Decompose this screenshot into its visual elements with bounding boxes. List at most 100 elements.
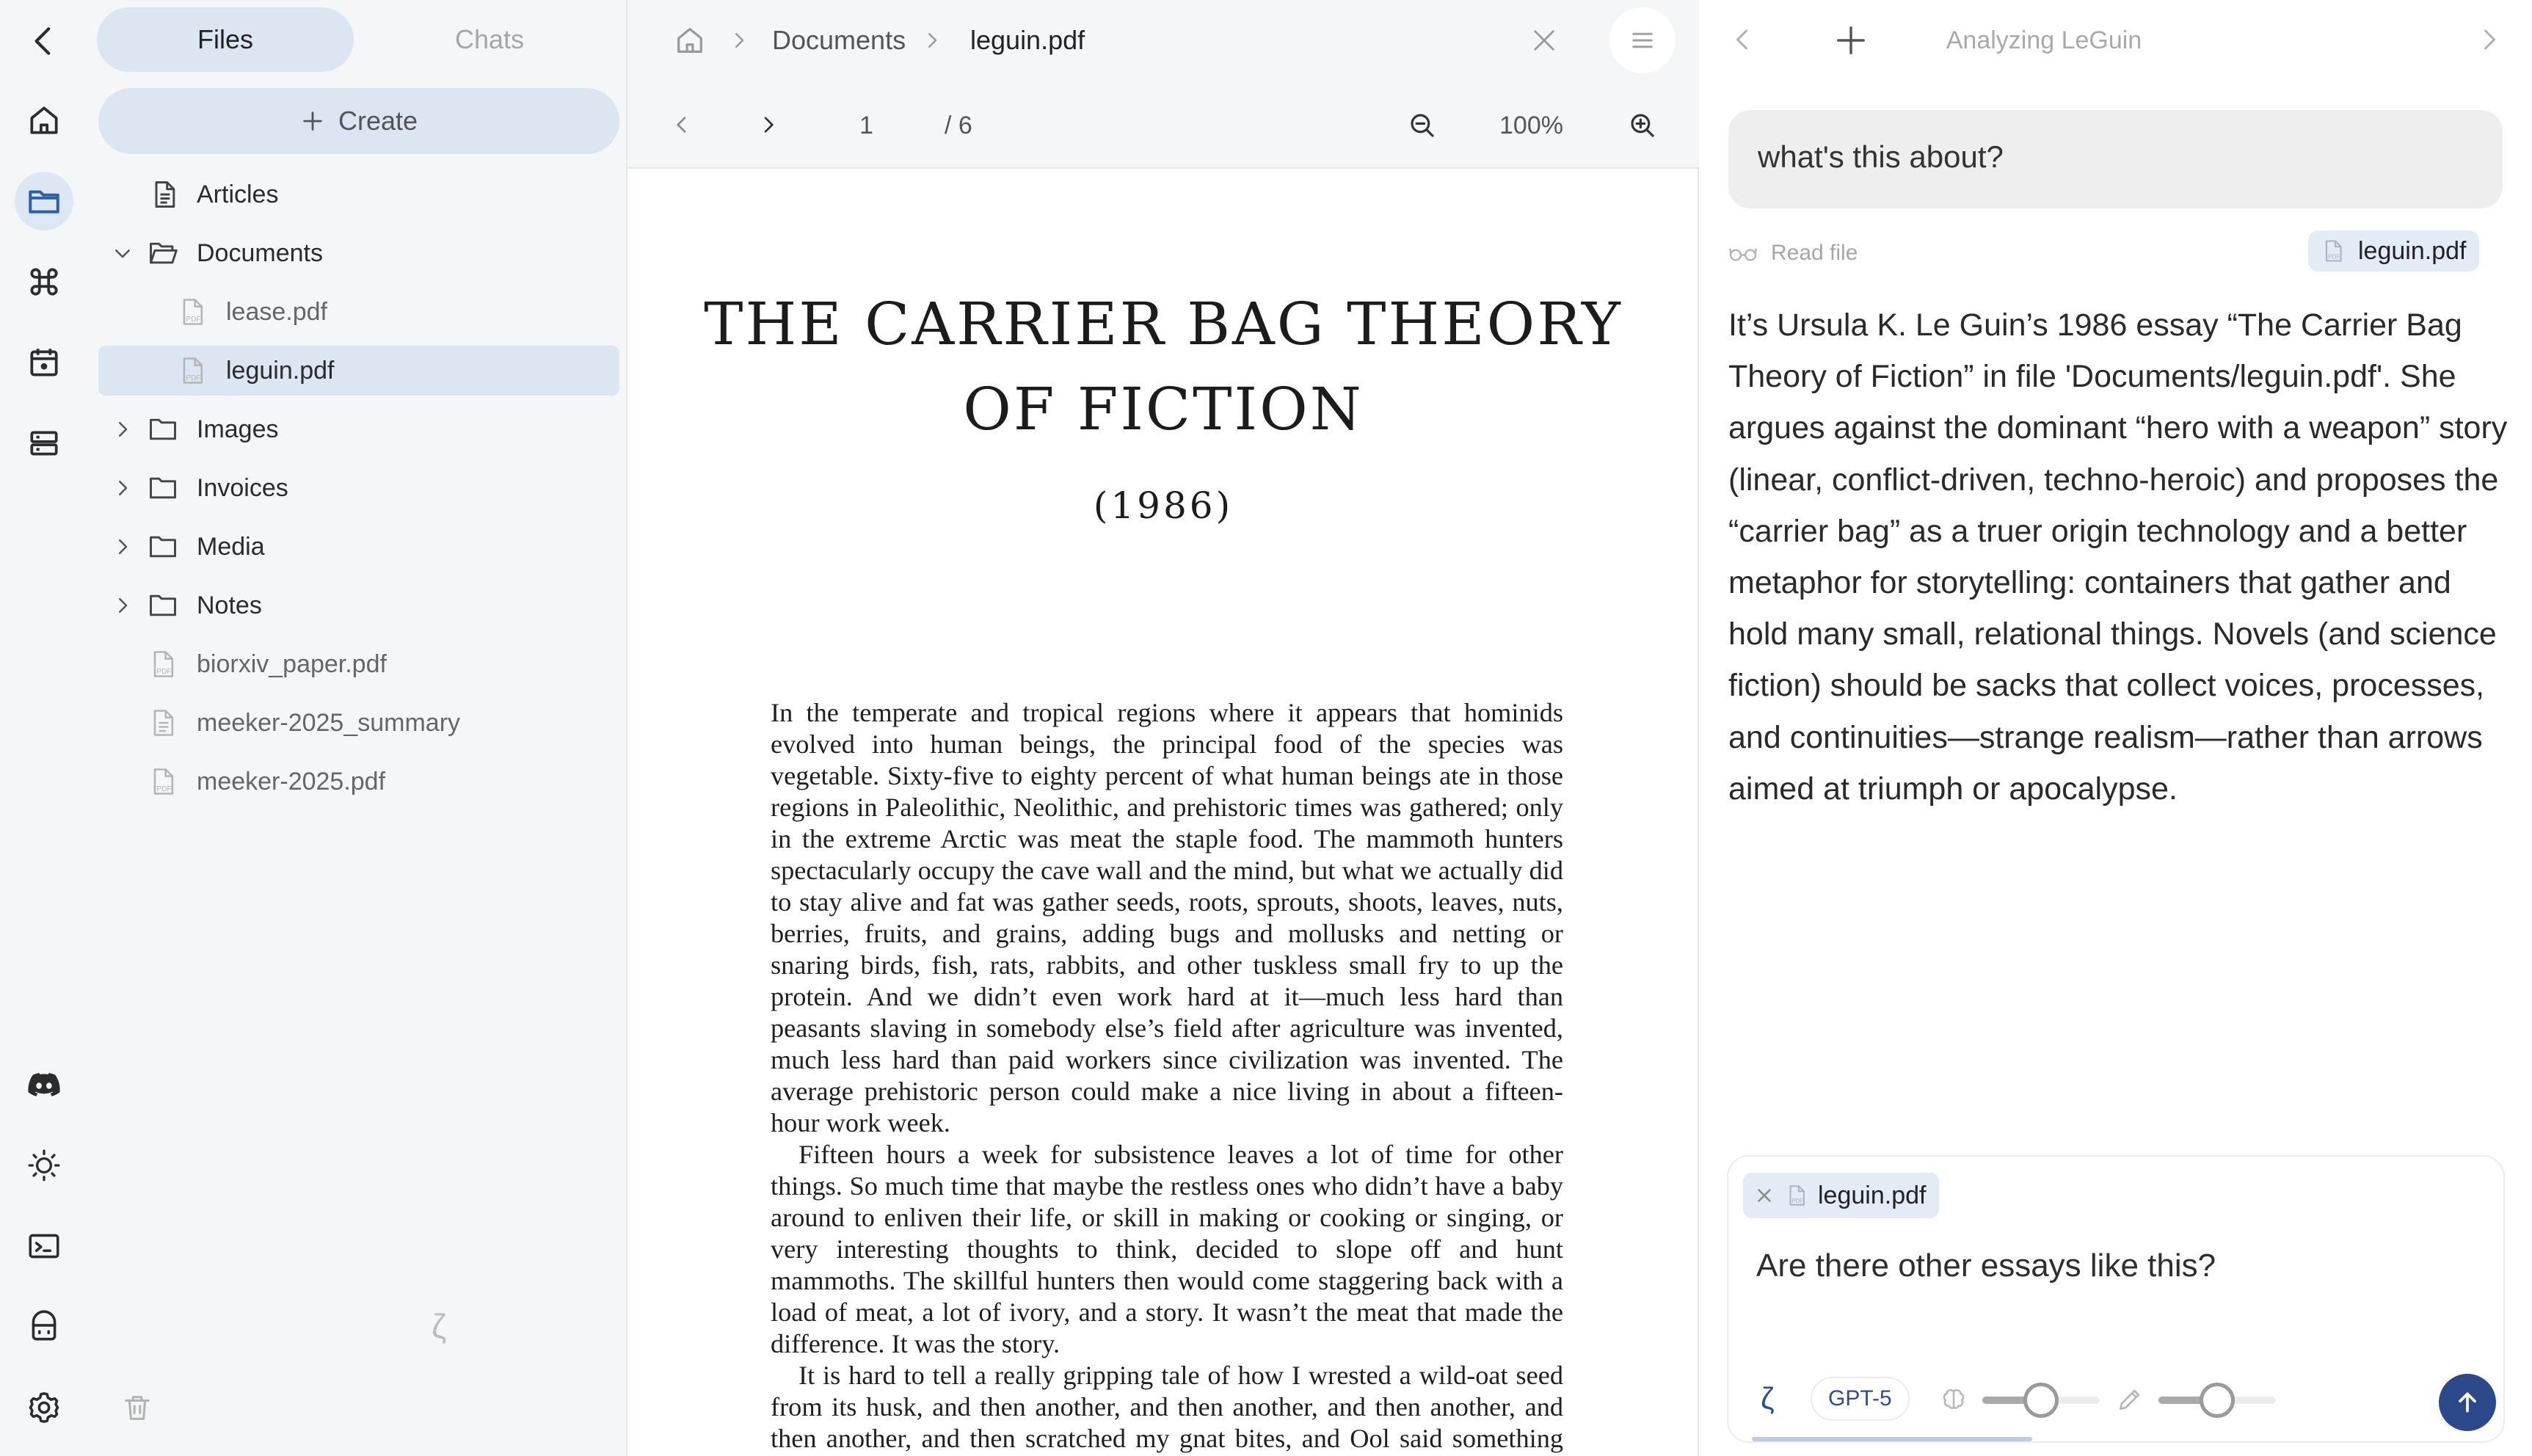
tree-label: meeker-2025.pdf	[197, 767, 386, 796]
text-file-icon	[147, 707, 179, 739]
remove-attachment-icon[interactable]	[1753, 1184, 1775, 1206]
tree-item-images[interactable]: Images	[98, 404, 619, 454]
tree-label: meeker-2025_summary	[197, 708, 461, 737]
tree-item-invoices[interactable]: Invoices	[98, 463, 619, 513]
tree-item-media[interactable]: Media	[98, 522, 619, 572]
next-page-icon[interactable]	[757, 113, 780, 136]
verbosity-slider[interactable]	[2158, 1383, 2276, 1418]
create-label: Create	[338, 106, 418, 136]
menu-button[interactable]	[1609, 7, 1676, 73]
terminal-icon[interactable]	[15, 1217, 73, 1275]
tree-item-notes[interactable]: Notes	[98, 580, 619, 630]
tab-files[interactable]: Files	[97, 7, 354, 72]
document-icon	[148, 178, 181, 211]
send-button[interactable]	[2439, 1374, 2496, 1431]
chat-input[interactable]: Are there other essays like this?	[1756, 1248, 2475, 1284]
plus-icon	[300, 109, 325, 134]
discord-icon[interactable]	[15, 1055, 73, 1114]
tree-item-leguin-pdf[interactable]: PDF leguin.pdf	[98, 346, 619, 396]
document-title-line: OF FICTION	[963, 375, 1364, 443]
bot-icon[interactable]	[15, 1297, 73, 1356]
tree-label: biorxiv_paper.pdf	[197, 649, 387, 678]
hamburger-menu-icon	[1627, 25, 1658, 56]
storage-icon[interactable]	[15, 414, 73, 473]
folder-icon	[147, 589, 179, 622]
chevron-right-icon	[728, 29, 750, 51]
tree-label: Images	[197, 415, 279, 443]
command-icon[interactable]	[15, 252, 73, 311]
tree-item-documents[interactable]: Documents	[98, 228, 619, 278]
document-body: In the temperate and tropical regions wh…	[771, 697, 1563, 1456]
home-icon[interactable]	[15, 91, 73, 150]
zoom-out-icon[interactable]	[1407, 110, 1438, 141]
tree-label: Documents	[197, 239, 323, 267]
folder-icon	[147, 413, 179, 445]
brain-icon	[1940, 1386, 1968, 1413]
zoom-in-icon[interactable]	[1627, 110, 1658, 141]
chevron-right-icon[interactable]	[112, 477, 134, 499]
chevron-down-icon[interactable]	[112, 242, 134, 264]
folder-open-icon	[147, 237, 179, 269]
slider-thumb[interactable]	[2023, 1383, 2059, 1418]
loading-indicator: ζ	[432, 1307, 447, 1345]
tree-label: Media	[197, 532, 265, 561]
pdf-toolbar: 1 / 6 100%	[627, 81, 1699, 169]
tree-item-meeker-pdf[interactable]: PDF meeker-2025.pdf	[98, 757, 619, 807]
attachment-chip: PDF leguin.pdf	[1743, 1173, 1940, 1218]
nav-rail	[0, 0, 88, 1456]
model-selector[interactable]: GPT-5	[1811, 1377, 1910, 1421]
slider-thumb[interactable]	[2200, 1383, 2235, 1418]
tool-file-chip[interactable]: PDF leguin.pdf	[2308, 230, 2480, 272]
home-icon[interactable]	[673, 23, 707, 57]
tree-label: Invoices	[197, 473, 288, 502]
tool-file-name: leguin.pdf	[2358, 236, 2467, 265]
svg-text:PDF: PDF	[186, 316, 200, 324]
breadcrumb-documents[interactable]: Documents	[772, 25, 906, 56]
svg-text:PDF: PDF	[156, 668, 171, 676]
chat-title: Analyzing LeGuin	[1946, 26, 2142, 54]
prev-page-icon[interactable]	[670, 113, 694, 136]
close-icon[interactable]	[1529, 25, 1560, 56]
pdf-file-icon: PDF	[1784, 1183, 1809, 1208]
tree-label: lease.pdf	[226, 297, 327, 326]
theme-sun-icon[interactable]	[15, 1136, 73, 1195]
folder-icon	[147, 472, 179, 504]
mode-toggle[interactable]: ζ	[1761, 1381, 1775, 1416]
tree-item-lease-pdf[interactable]: PDF lease.pdf	[98, 287, 619, 337]
calendar-icon[interactable]	[15, 333, 73, 392]
pdf-viewer: Documents leguin.pdf 1 / 6 100% THE CARR…	[627, 0, 1699, 1456]
pencil-icon	[2116, 1386, 2144, 1413]
create-button[interactable]: Create	[98, 88, 619, 154]
tab-chats[interactable]: Chats	[361, 7, 618, 72]
back-icon[interactable]	[15, 12, 73, 70]
settings-gear-icon[interactable]	[15, 1378, 73, 1437]
zoom-level: 100%	[1499, 112, 1563, 139]
assistant-message: It’s Ursula K. Le Guin’s 1986 essay “The…	[1728, 307, 2508, 807]
tree-item-biorxiv-pdf[interactable]: PDF biorxiv_paper.pdf	[98, 639, 619, 689]
pdf-file-icon: PDF	[176, 354, 208, 387]
tree-item-meeker-summary[interactable]: meeker-2025_summary	[98, 698, 619, 748]
chevron-right-icon[interactable]	[2475, 26, 2502, 53]
chevron-right-icon	[921, 29, 943, 51]
files-icon[interactable]	[15, 172, 73, 230]
svg-text:PDF: PDF	[186, 374, 200, 382]
chevron-right-icon[interactable]	[112, 536, 134, 558]
trash-icon[interactable]	[120, 1391, 154, 1424]
paragraph: In the temperate and tropical regions wh…	[771, 698, 1563, 1138]
tool-call[interactable]: Read file	[1728, 236, 1858, 270]
arrow-up-icon	[2453, 1388, 2482, 1417]
tree-label: Articles	[197, 180, 279, 208]
pdf-file-icon: PDF	[176, 296, 208, 328]
chevron-right-icon[interactable]	[112, 594, 134, 616]
page-number-input[interactable]: 1	[859, 112, 873, 140]
tree-item-articles[interactable]: Articles	[98, 170, 619, 219]
viewer-header: Documents leguin.pdf	[627, 0, 1699, 81]
paragraph: It is hard to tell a really gripping tal…	[771, 1361, 1563, 1456]
chevron-right-icon[interactable]	[112, 418, 134, 440]
reasoning-slider[interactable]	[1982, 1383, 2100, 1418]
glasses-icon	[1728, 243, 1758, 263]
paragraph: Fifteen hours a week for subsistence lea…	[771, 1140, 1563, 1358]
message-composer: PDF leguin.pdf Are there other essays li…	[1727, 1155, 2505, 1443]
chevron-left-icon[interactable]	[1730, 26, 1756, 53]
svg-text:PDF: PDF	[1791, 1198, 1803, 1204]
